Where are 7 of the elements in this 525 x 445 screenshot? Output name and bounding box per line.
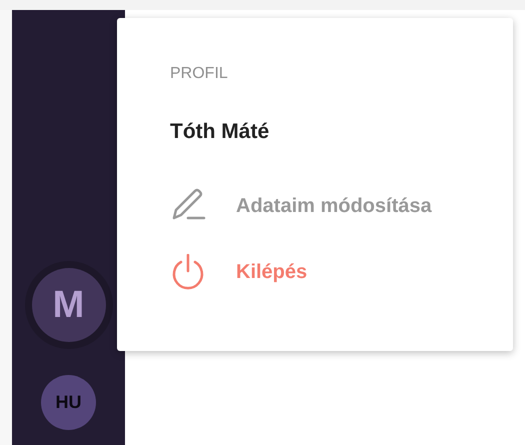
menu-heading: PROFIL	[170, 64, 228, 84]
power-icon	[170, 254, 206, 290]
user-name: Tóth Máté	[170, 119, 270, 145]
avatar[interactable]: M	[32, 268, 106, 342]
menu-item[interactable]: Adataim módosítása	[170, 188, 513, 224]
menu-item[interactable]: Kilépés	[170, 254, 513, 290]
language-button[interactable]: HU	[41, 375, 96, 430]
